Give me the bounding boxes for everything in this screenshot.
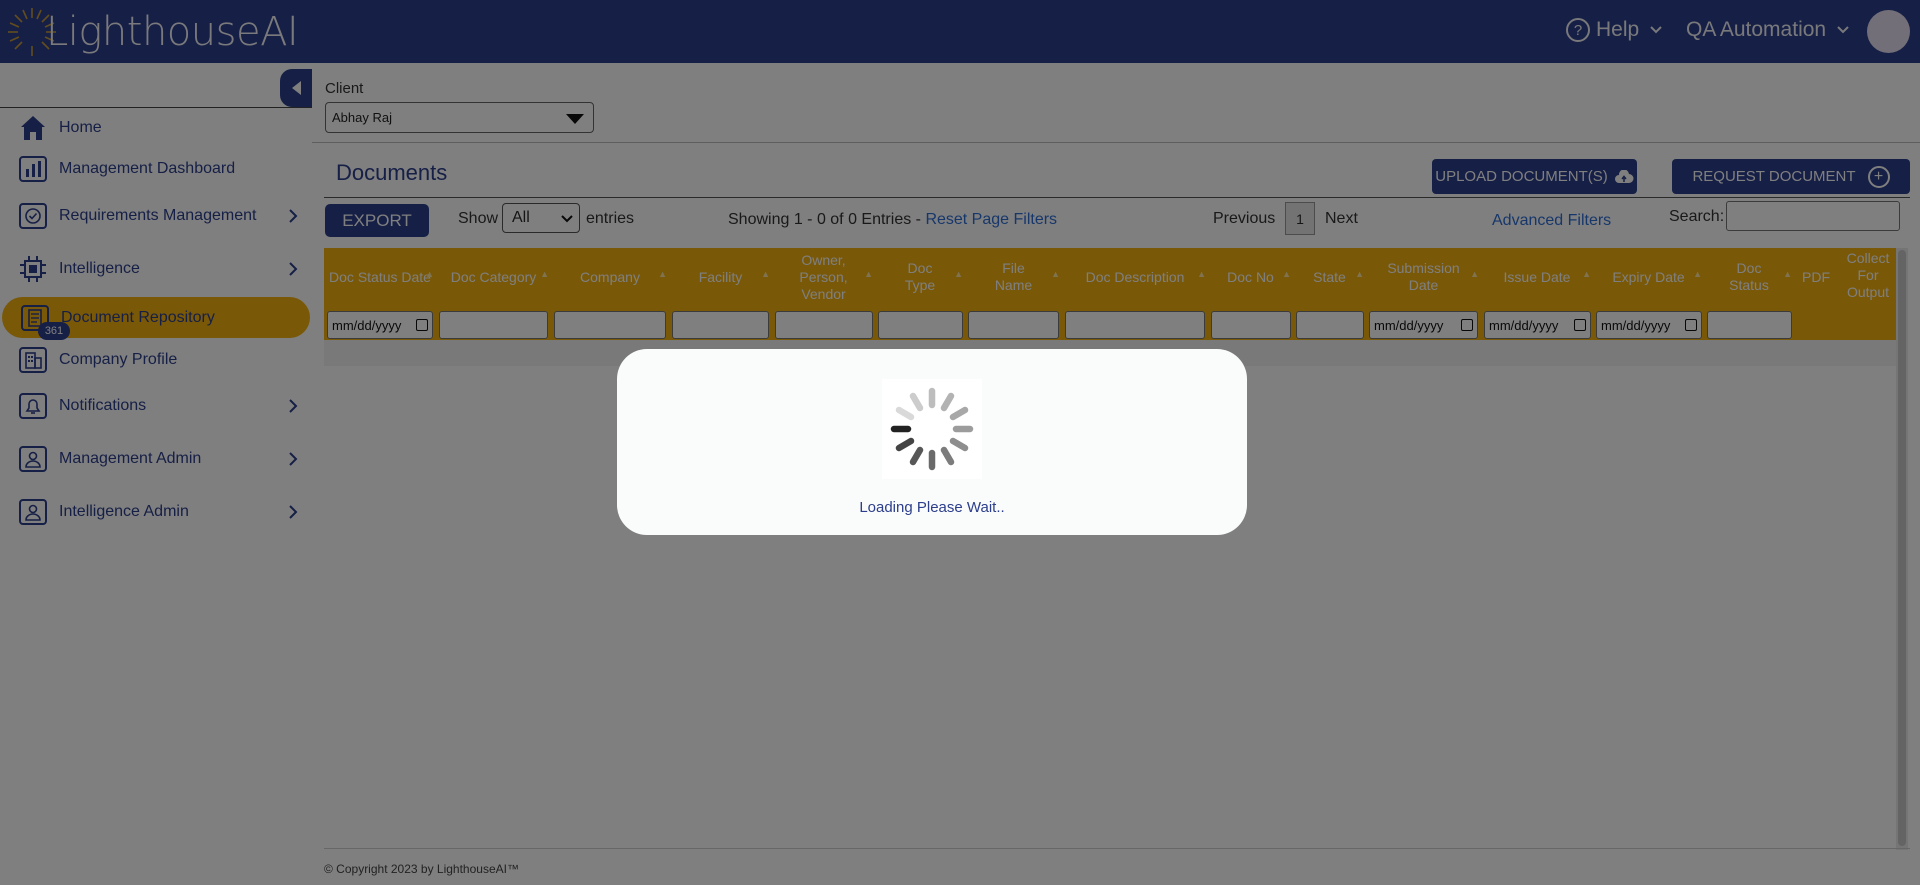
loading-dialog: Loading Please Wait.. bbox=[617, 349, 1247, 535]
modal-backdrop: Loading Please Wait.. bbox=[0, 0, 1920, 885]
spinner-icon bbox=[890, 387, 974, 471]
loading-text: Loading Please Wait.. bbox=[859, 499, 1005, 516]
spinner-container bbox=[882, 379, 982, 479]
